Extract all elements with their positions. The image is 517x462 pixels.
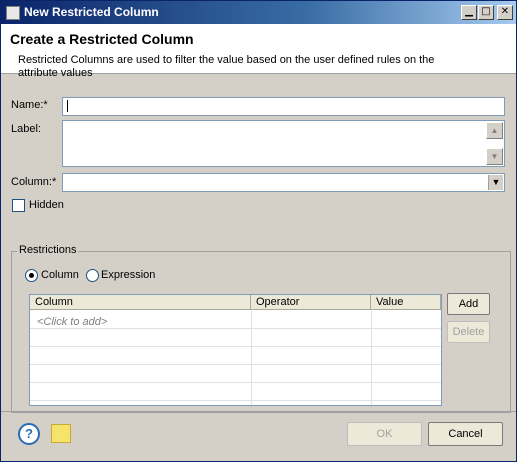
column-select[interactable]: ▼	[62, 173, 505, 192]
radio-column[interactable]	[25, 269, 38, 282]
table-header-value[interactable]: Value	[371, 295, 441, 310]
hidden-checkbox[interactable]	[12, 199, 25, 212]
label-label: Label:	[11, 123, 41, 135]
scroll-up-icon[interactable]: ▲	[486, 122, 503, 139]
maximize-button[interactable]: □	[478, 5, 494, 20]
restrictions-table[interactable]: Column Operator Value <Click to add>	[29, 294, 442, 406]
delete-button[interactable]: Delete	[447, 321, 490, 343]
close-button[interactable]: ✕	[497, 5, 513, 20]
name-input[interactable]	[62, 97, 505, 116]
table-row[interactable]	[30, 329, 441, 347]
radio-expression-label: Expression	[101, 269, 156, 281]
chevron-down-icon[interactable]: ▼	[488, 175, 503, 190]
radio-expression[interactable]	[86, 269, 99, 282]
page-title: Create a Restricted Column	[10, 31, 194, 47]
hidden-label: Hidden	[29, 199, 64, 211]
window-icon	[6, 6, 20, 20]
dialog-header: Create a Restricted Column Restricted Co…	[1, 24, 516, 79]
dialog-window: New Restricted Column ▁ □ ✕ Create a Res…	[0, 0, 517, 462]
label-textarea[interactable]: ▲ ▼	[62, 120, 505, 167]
click-to-add-placeholder[interactable]: <Click to add>	[37, 316, 107, 328]
title-bar[interactable]: New Restricted Column ▁ □ ✕	[1, 1, 516, 24]
note-icon[interactable]	[51, 424, 71, 443]
radio-column-label: Column	[41, 269, 79, 281]
help-icon[interactable]: ?	[18, 423, 40, 445]
restrictions-title: Restrictions	[17, 244, 79, 256]
table-row[interactable]	[30, 365, 441, 383]
name-label: Name:*	[11, 99, 48, 111]
table-header-operator[interactable]: Operator	[251, 295, 371, 310]
cancel-button[interactable]: Cancel	[428, 422, 503, 446]
add-button[interactable]: Add	[447, 293, 490, 315]
footer-separator	[1, 411, 516, 412]
column-label: Column:*	[11, 176, 57, 188]
table-row[interactable]	[30, 347, 441, 365]
scroll-down-icon[interactable]: ▼	[486, 148, 503, 165]
window-title: New Restricted Column	[24, 5, 159, 19]
table-row[interactable]	[30, 383, 441, 401]
table-header-column[interactable]: Column	[30, 295, 251, 310]
minimize-button[interactable]: ▁	[461, 5, 477, 20]
text-cursor	[67, 100, 68, 112]
ok-button[interactable]: OK	[347, 422, 422, 446]
header-description: Restricted Columns are used to filter th…	[18, 54, 435, 79]
